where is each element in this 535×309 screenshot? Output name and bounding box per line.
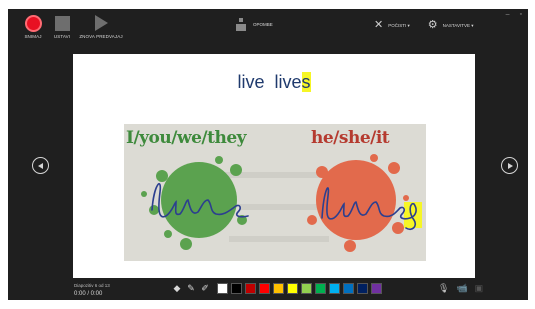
window-controls: – ▫ (506, 11, 522, 18)
highlighted-suffix: s (301, 72, 311, 92)
eraser-tool[interactable]: ◆ (172, 284, 182, 294)
slide-counter: Diapozitiv 6 od 13 (74, 283, 110, 288)
record-button[interactable]: SNIMAJ (22, 14, 44, 39)
highlighter-tool[interactable]: ✐ (200, 284, 210, 294)
clear-label: POČISTI ▾ (388, 22, 410, 28)
previous-slide-icon (37, 162, 43, 169)
pen-tool[interactable]: ✎ (186, 284, 196, 294)
photo-label-left: I/you/we/they (126, 128, 247, 148)
stop-icon (53, 14, 71, 32)
settings-icon: ⚙ (427, 19, 438, 31)
slide-canvas: live lives I/you/we/they he/she/it (73, 54, 475, 278)
recording-controls: SNIMAJ USTAVI ZNOVA PREDVAJAJ (22, 14, 123, 39)
clear-button[interactable]: ✕ POČISTI ▾ (374, 20, 410, 31)
notes-icon (235, 18, 247, 31)
ink-color-swatch[interactable] (273, 283, 284, 294)
stop-button[interactable]: USTAVI (51, 14, 73, 39)
ink-color-swatch[interactable] (329, 283, 340, 294)
camera-icon[interactable]: 📹 (456, 284, 467, 293)
photo-label-right: he/she/it (311, 128, 390, 148)
record-label: SNIMAJ (24, 34, 42, 39)
highlighter-icon: ✐ (201, 283, 209, 293)
ink-color-palette (217, 283, 382, 294)
recording-window: SNIMAJ USTAVI ZNOVA PREDVAJAJ OPOMBE ✕ P… (8, 9, 528, 300)
recording-time: 0:00 / 0:00 (74, 291, 103, 297)
restore-button[interactable]: ▫ (520, 11, 522, 18)
media-controls: 🎙 📹 ▣ (438, 284, 483, 293)
previous-slide-button[interactable] (32, 157, 49, 174)
settings-button[interactable]: ⚙ NASTAVITVE ▾ (428, 20, 474, 31)
play-icon (92, 14, 110, 32)
minimize-button[interactable]: – (506, 11, 510, 18)
top-toolbar: SNIMAJ USTAVI ZNOVA PREDVAJAJ OPOMBE ✕ P… (8, 9, 528, 45)
replay-button[interactable]: ZNOVA PREDVAJAJ (79, 14, 123, 39)
record-icon (24, 14, 42, 32)
right-controls: ✕ POČISTI ▾ ⚙ NASTAVITVE ▾ (374, 20, 473, 31)
ink-color-swatch[interactable] (371, 283, 382, 294)
next-slide-icon (507, 162, 513, 169)
ink-color-swatch[interactable] (259, 283, 270, 294)
next-slide-button[interactable] (501, 157, 518, 174)
microphone-icon[interactable]: 🎙 (438, 284, 449, 293)
camera-preview-icon[interactable]: ▣ (475, 284, 484, 293)
title-word-live: live (237, 72, 265, 92)
close-icon: ✕ (374, 19, 384, 31)
notes-button[interactable]: OPOMBE (235, 18, 273, 31)
ink-color-swatch[interactable] (217, 283, 228, 294)
pen-icon: ✎ (187, 283, 195, 293)
slide-photo: I/you/we/they he/she/it (124, 124, 426, 261)
ink-color-swatch[interactable] (287, 283, 298, 294)
title-word-lives: lives (274, 72, 311, 92)
ink-color-swatch[interactable] (231, 283, 242, 294)
ink-color-swatch[interactable] (245, 283, 256, 294)
ink-color-swatch[interactable] (343, 283, 354, 294)
settings-label: NASTAVITVE ▾ (442, 22, 474, 28)
ink-color-swatch[interactable] (301, 283, 312, 294)
eraser-icon: ◆ (173, 283, 181, 293)
ink-color-swatch[interactable] (315, 283, 326, 294)
slide-title: live lives (73, 72, 475, 93)
ink-color-swatch[interactable] (357, 283, 368, 294)
stop-label: USTAVI (53, 34, 71, 39)
notes-label: OPOMBE (253, 22, 273, 27)
replay-label: ZNOVA PREDVAJAJ (79, 34, 123, 39)
ink-tools: ◆ ✎ ✐ (172, 283, 382, 294)
